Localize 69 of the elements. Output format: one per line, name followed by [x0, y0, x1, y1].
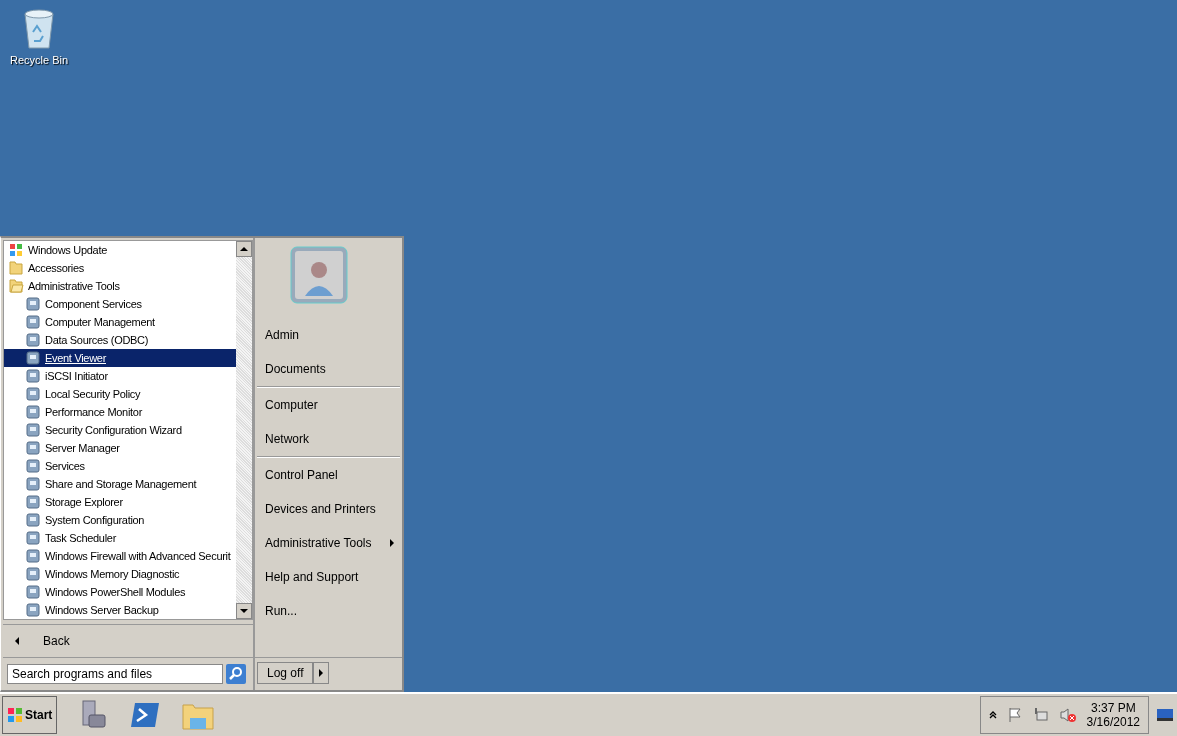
program-item[interactable]: Windows Update	[4, 241, 236, 259]
app-icon	[25, 476, 41, 492]
show-desktop-icon[interactable]	[1157, 709, 1173, 721]
start-menu-link[interactable]: Documents	[255, 352, 402, 386]
windows-flag-icon	[8, 242, 24, 258]
program-item[interactable]: Component Services	[4, 295, 236, 313]
windows-logo-icon	[7, 707, 23, 723]
user-avatar	[289, 246, 348, 304]
program-item[interactable]: Data Sources (ODBC)	[4, 331, 236, 349]
program-item[interactable]: Windows Firewall with Advanced Securit	[4, 547, 236, 565]
submenu-arrow-icon	[390, 539, 394, 547]
program-item[interactable]: Performance Monitor	[4, 403, 236, 421]
start-menu-link[interactable]: Devices and Printers	[255, 492, 402, 526]
app-icon	[25, 422, 41, 438]
program-item[interactable]: iSCSI Initiator	[4, 367, 236, 385]
app-icon	[25, 548, 41, 564]
app-icon	[25, 296, 41, 312]
program-item[interactable]: Administrative Tools	[4, 277, 236, 295]
clock[interactable]: 3:37 PM 3/16/2012	[1086, 701, 1140, 729]
program-item[interactable]: Accessories	[4, 259, 236, 277]
powershell-icon[interactable]	[129, 701, 162, 729]
flag-icon[interactable]	[1006, 707, 1023, 723]
desktop-icon-label[interactable]: Recycle Bin	[9, 54, 69, 66]
program-item[interactable]: Computer Management	[4, 313, 236, 331]
scrollbar[interactable]	[236, 241, 252, 619]
app-icon	[25, 566, 41, 582]
network-icon[interactable]	[1032, 707, 1049, 723]
start-menu-link[interactable]: Control Panel	[255, 458, 402, 492]
log-off-button[interactable]: Log off	[257, 662, 314, 684]
app-icon	[25, 404, 41, 420]
shutdown-options-button[interactable]	[313, 662, 330, 684]
program-item[interactable]: Windows Server Backup	[4, 601, 236, 619]
start-menu-link[interactable]: Admin	[255, 318, 402, 352]
start-menu-link[interactable]: Help and Support	[255, 560, 402, 594]
app-icon	[25, 314, 41, 330]
app-icon	[25, 332, 41, 348]
program-item[interactable]: Event Viewer	[4, 349, 236, 367]
recycle-bin-icon[interactable]	[21, 6, 57, 50]
start-menu-link[interactable]: Computer	[255, 388, 402, 422]
program-item[interactable]: Windows Memory Diagnostic	[4, 565, 236, 583]
start-menu-link[interactable]: Administrative Tools	[255, 526, 402, 560]
program-item[interactable]: Local Security Policy	[4, 385, 236, 403]
app-icon	[25, 386, 41, 402]
app-icon	[25, 530, 41, 546]
search-icon[interactable]	[226, 664, 246, 684]
program-item[interactable]: Windows PowerShell Modules	[4, 583, 236, 601]
app-icon	[25, 368, 41, 384]
folder-icon	[8, 260, 24, 276]
program-item[interactable]: Task Scheduler	[4, 529, 236, 547]
chevron-up-icon[interactable]	[988, 711, 997, 719]
start-menu-link[interactable]: Run...	[255, 594, 402, 628]
app-icon	[25, 512, 41, 528]
start-menu-link[interactable]: Network	[255, 422, 402, 456]
program-item[interactable]: Server Manager	[4, 439, 236, 457]
program-item[interactable]: System Configuration	[4, 511, 236, 529]
program-item[interactable]: Services	[4, 457, 236, 475]
program-item[interactable]: Storage Explorer	[4, 493, 236, 511]
program-item[interactable]: Security Configuration Wizard	[4, 421, 236, 439]
app-icon	[25, 584, 41, 600]
app-icon	[25, 440, 41, 456]
program-item[interactable]: Share and Storage Management	[4, 475, 236, 493]
speaker-muted-icon[interactable]	[1058, 707, 1077, 723]
app-icon	[25, 350, 41, 366]
folder-icon	[8, 278, 24, 294]
app-icon	[25, 494, 41, 510]
app-icon	[25, 458, 41, 474]
app-icon	[25, 602, 41, 618]
start-button[interactable]: Start	[2, 696, 58, 734]
search-field[interactable]: Search programs and files	[7, 664, 223, 684]
